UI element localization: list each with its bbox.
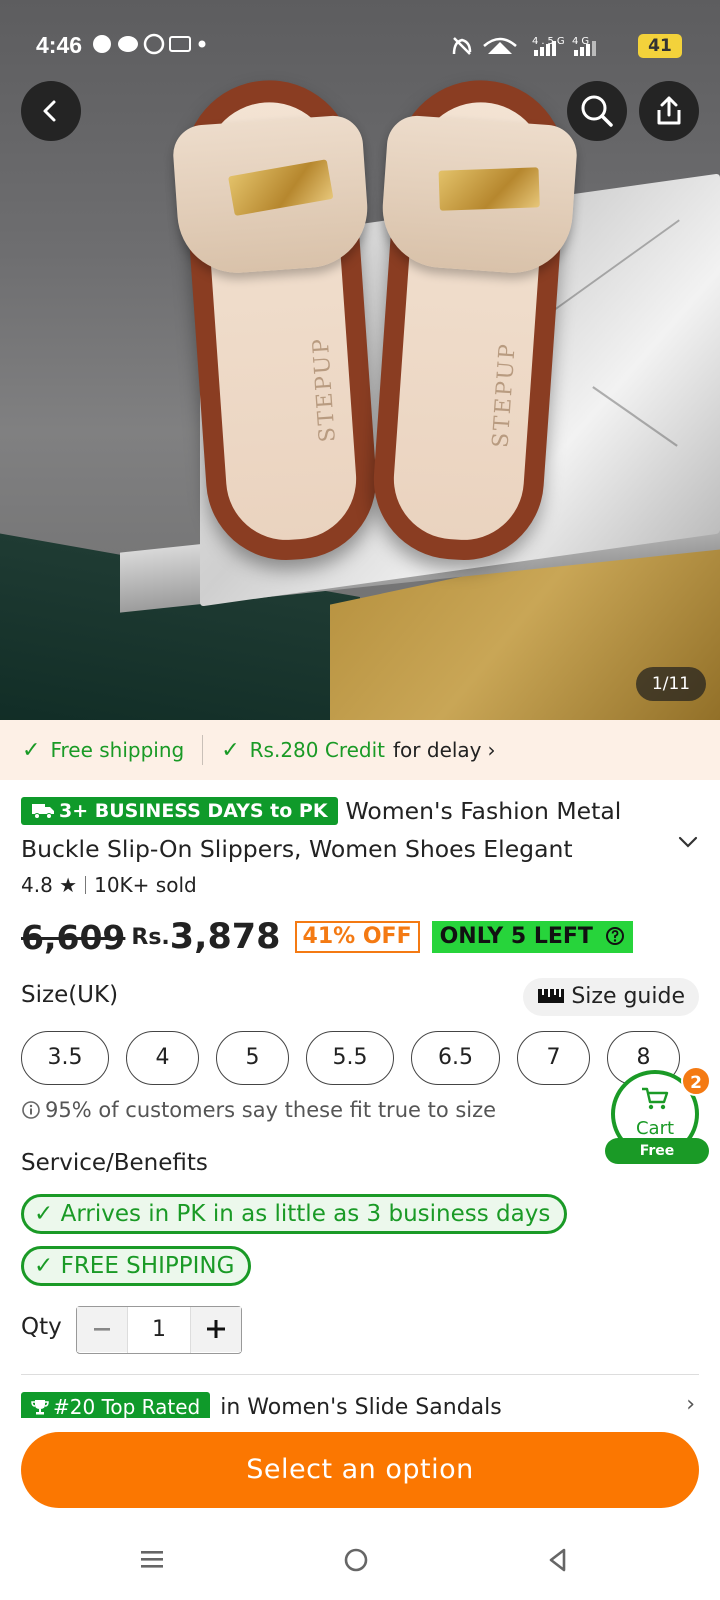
discount-badge: 41% OFF: [294, 921, 420, 953]
shipping-info-bar[interactable]: ✓ Free shipping ✓ Rs.280 Credit for dela…: [0, 720, 720, 780]
product-page: STEPUP STEPUP 1/11 4:46 4.5G 4G 41 ✓ Fre…: [0, 0, 720, 1600]
home-circle-icon: [344, 1548, 368, 1572]
credit-label: Rs.280 Credit: [249, 738, 386, 762]
chevron-right-icon: ›: [686, 1392, 695, 1417]
fit-note-text: 95% of customers say these fit true to s…: [45, 1098, 497, 1122]
slipper-right: STEPUP: [368, 74, 579, 566]
currency-prefix: Rs.: [131, 924, 170, 950]
size-option[interactable]: 5.5: [306, 1031, 394, 1085]
help-icon: [605, 927, 624, 945]
menu-icon: [141, 1551, 163, 1568]
expand-title-button[interactable]: [678, 830, 698, 854]
benefit-text: FREE SHIPPING: [60, 1253, 235, 1279]
benefit-chip: ✓ Arrives in PK in as little as 3 busine…: [21, 1194, 568, 1234]
divider: [202, 735, 204, 765]
star-icon: ★: [59, 873, 78, 897]
select-option-button[interactable]: Select an option: [21, 1432, 699, 1508]
rating-line[interactable]: 4.8 ★ 10K+ sold: [21, 873, 197, 897]
status-bar: 4:46 4.5G 4G 41: [0, 0, 720, 92]
ruler-icon: [538, 989, 565, 1003]
quantity-stepper: 1: [76, 1306, 242, 1354]
delivery-truck-icon: [32, 804, 54, 819]
divider: [21, 1374, 699, 1375]
benefit-chip: ✓ FREE SHIPPING: [21, 1246, 252, 1286]
floating-cart-button[interactable]: Cart 2 Free shipping: [601, 1066, 711, 1185]
check-icon: ✓: [22, 737, 41, 763]
info-icon: [22, 1101, 40, 1119]
size-option[interactable]: 4: [126, 1031, 199, 1085]
home-button[interactable]: [336, 1546, 376, 1582]
benefit-text: Arrives in PK in as little as 3 business…: [60, 1201, 551, 1227]
price-line: 6,609 Rs. 3,878 41% OFF ONLY 5 LEFT: [21, 912, 633, 962]
qty-label: Qty: [21, 1314, 62, 1340]
image-counter: 1/11: [636, 667, 706, 701]
recent-apps-button[interactable]: [132, 1546, 172, 1582]
size-option[interactable]: 7: [517, 1031, 590, 1085]
chevron-down-icon: [678, 836, 698, 848]
sold-count: 10K+ sold: [94, 873, 197, 897]
delivery-badge: 3+ BUSINESS DAYS to PK: [21, 797, 338, 825]
system-icons: 4.5G 4G: [448, 34, 628, 65]
check-icon: ✓: [221, 737, 240, 763]
notification-icons: [92, 32, 212, 61]
delivery-badge-text: 3+ BUSINESS DAYS to PK: [59, 800, 328, 822]
increment-button[interactable]: [191, 1307, 241, 1352]
signal-icons: 4.5G 4G: [452, 36, 596, 56]
size-option[interactable]: 3.5: [21, 1031, 109, 1085]
rank-badge-text: #20 Top Rated: [53, 1395, 201, 1419]
size-option[interactable]: 5: [216, 1031, 289, 1085]
cta-bar: Select an option: [0, 1418, 720, 1528]
cart-free-shipping: Free shipping: [605, 1138, 709, 1185]
divider: [85, 876, 87, 894]
search-button[interactable]: [567, 81, 627, 141]
back-button[interactable]: [21, 81, 81, 141]
product-title-block[interactable]: 3+ BUSINESS DAYS to PK Women's Fashion Me…: [21, 792, 661, 868]
check-icon: ✓: [34, 1201, 54, 1227]
share-button[interactable]: [639, 81, 699, 141]
sale-price: 3,878: [169, 917, 281, 957]
plus-icon: [207, 1320, 225, 1338]
decrement-button[interactable]: [77, 1307, 127, 1352]
cart-icon: [642, 1087, 669, 1110]
quantity-value[interactable]: 1: [127, 1307, 191, 1353]
cart-label: Cart: [635, 1118, 675, 1139]
size-guide-label: Size guide: [571, 984, 685, 1009]
cart-count-badge: 2: [681, 1066, 711, 1096]
check-icon: ✓: [34, 1253, 54, 1279]
original-price: 6,609: [21, 917, 126, 957]
credit-suffix: for delay: [393, 738, 482, 762]
fit-note: 95% of customers say these fit true to s…: [21, 1098, 496, 1122]
search-icon: [581, 95, 613, 127]
status-time: 4:46: [36, 32, 83, 58]
size-option[interactable]: 6.5: [411, 1031, 500, 1085]
battery-indicator: 41: [638, 34, 682, 58]
rank-category: in Women's Slide Sandals: [220, 1395, 502, 1420]
service-label: Service/Benefits: [21, 1150, 208, 1176]
share-icon: [657, 96, 681, 125]
trophy-icon: [31, 1400, 49, 1415]
chevron-right-icon: ›: [487, 738, 496, 762]
back-nav-button[interactable]: [538, 1546, 578, 1582]
system-nav-bar: [0, 1528, 720, 1600]
slipper-left: STEPUP: [171, 74, 382, 566]
app-notification-icons: [93, 33, 206, 55]
minus-icon: [94, 1328, 110, 1331]
free-shipping-label: Free shipping: [50, 738, 185, 762]
stock-badge[interactable]: ONLY 5 LEFT: [431, 921, 633, 953]
chevron-left-icon: [43, 100, 56, 122]
rating-value: 4.8: [21, 873, 53, 897]
stock-text: ONLY 5 LEFT: [439, 924, 593, 949]
back-triangle-icon: [549, 1548, 566, 1572]
size-label: Size(UK): [21, 982, 119, 1008]
size-guide-button[interactable]: Size guide: [523, 978, 699, 1016]
